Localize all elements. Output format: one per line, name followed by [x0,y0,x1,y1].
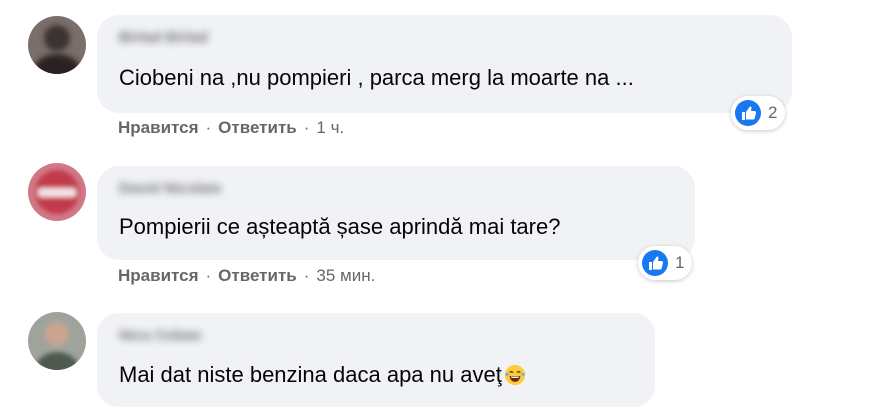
comment-bubble: David Nicolaie Pompierii ce așteaptă șas… [97,166,695,260]
separator: · [303,266,310,285]
tears-of-joy-emoji-icon [504,364,525,386]
timestamp[interactable]: 1 ч. [316,118,344,137]
reaction-count: 2 [768,103,778,122]
reaction-count: 1 [675,253,685,272]
separator: · [303,118,310,137]
comment-text: Pompierii ce așteaptă șase aprindă mai t… [119,214,561,239]
comment-text-body: Mai dat niste benzina daca apa nu aveţ [119,362,502,387]
comment-actions: Нравится · Ответить · 35 мин. [118,266,375,286]
comment-text: Ciobeni na ,nu pompieri , parca merg la … [119,65,634,90]
like-link[interactable]: Нравится [118,266,199,285]
separator: · [205,266,212,285]
reply-link[interactable]: Ответить [218,266,297,285]
avatar[interactable] [28,312,86,370]
separator: · [205,118,212,137]
comment-bubble: Nicu Ceban Mai dat niste benzina daca ap… [97,313,655,407]
comment-actions: Нравится · Ответить · 1 ч. [118,118,344,138]
reactions-badge[interactable]: 1 [638,246,693,280]
avatar[interactable] [28,163,86,221]
like-icon [642,250,668,276]
comment-bubble: Birlad Birlad Ciobeni na ,nu pompieri , … [97,15,792,113]
like-link[interactable]: Нравится [118,118,199,137]
avatar[interactable] [28,16,86,74]
timestamp[interactable]: 35 мин. [316,266,375,285]
reactions-badge[interactable]: 2 [731,96,786,130]
author-name[interactable]: David Nicolaie [119,180,222,197]
author-name[interactable]: Birlad Birlad [119,29,208,46]
author-name[interactable]: Nicu Ceban [119,327,202,344]
reply-link[interactable]: Ответить [218,118,297,137]
like-icon [735,100,761,126]
comment-text: Mai dat niste benzina daca apa nu aveţ [119,362,526,388]
